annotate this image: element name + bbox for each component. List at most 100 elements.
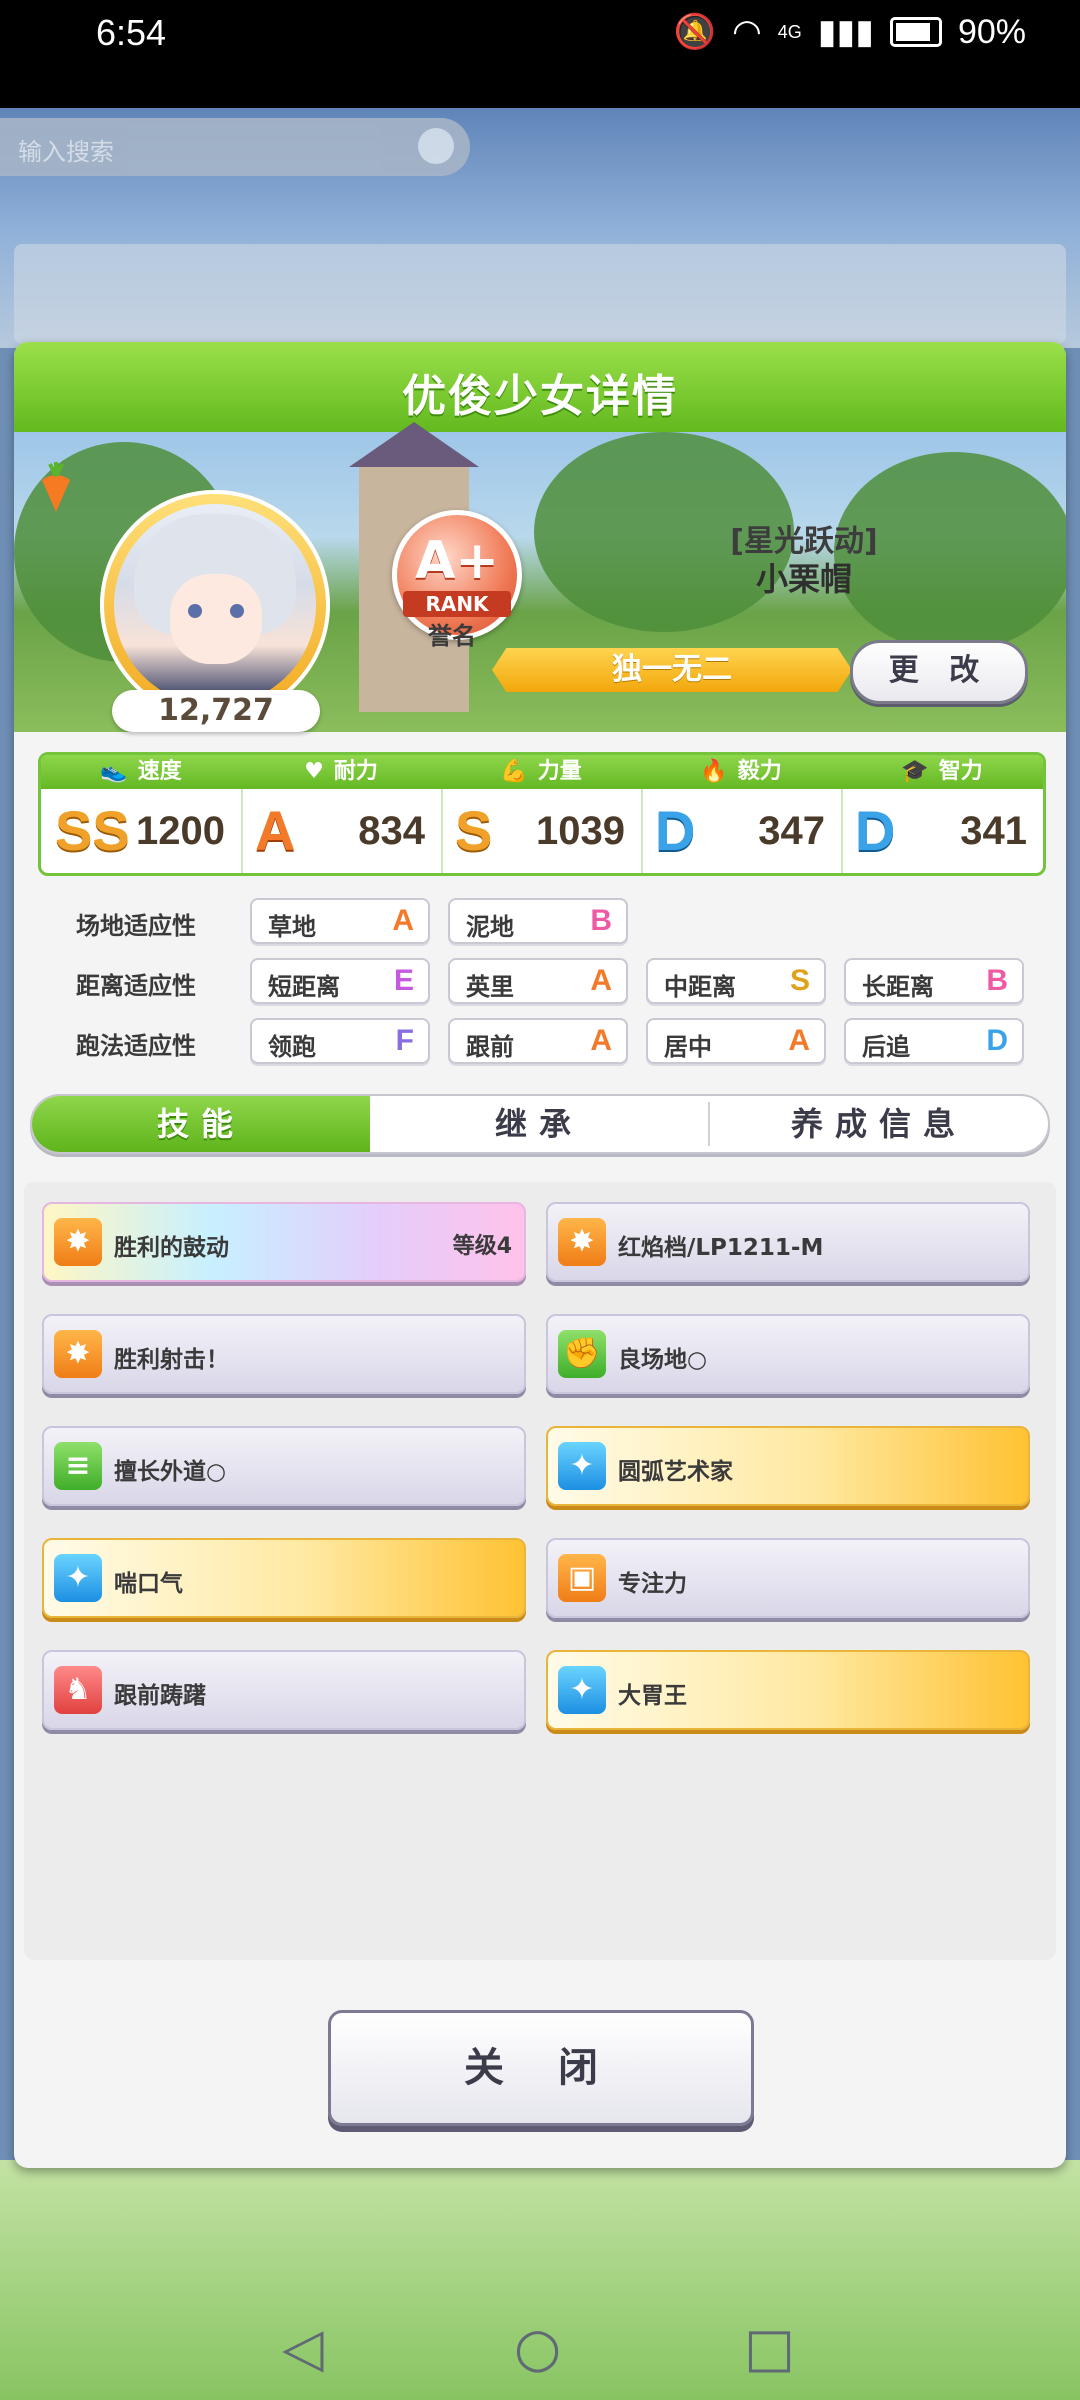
avatar-portrait bbox=[114, 504, 316, 706]
stat-wisdom: 🎓 智力 D 341 bbox=[841, 755, 1043, 873]
apt-grade: S bbox=[789, 964, 810, 997]
gate-icon: ▣ bbox=[558, 1554, 606, 1602]
stat-grade: A bbox=[255, 799, 296, 862]
apt-name: 领跑 bbox=[268, 1033, 316, 1061]
stat-guts: 🔥 毅力 D 347 bbox=[641, 755, 843, 873]
skill-item[interactable]: ✦ 大胃王 bbox=[546, 1650, 1030, 1730]
burst-icon: ✸ bbox=[54, 1330, 102, 1378]
mute-icon: 🔕 bbox=[673, 13, 717, 51]
skill-item[interactable]: ✸ 红焰档/LP1211-M bbox=[546, 1202, 1030, 1282]
aptitude-sprint: 短距离 E bbox=[250, 958, 430, 1004]
stat-stamina: ♥ 耐力 A 834 bbox=[241, 755, 443, 873]
apt-name: 后追 bbox=[862, 1033, 910, 1061]
home-icon[interactable]: ○ bbox=[514, 2318, 561, 2378]
muscle-icon: ✊ bbox=[558, 1330, 606, 1378]
heart-icon: ♥ bbox=[304, 759, 324, 784]
stat-label: 毅力 bbox=[737, 759, 782, 784]
apt-label: 距离适应性 bbox=[76, 972, 196, 1000]
skill-item[interactable]: ✊ 良场地○ bbox=[546, 1314, 1030, 1394]
skill-name: 擅长外道○ bbox=[114, 1459, 227, 1485]
status-bar: 6:54 🔕 ◠ 4G ▮▮▮ 90% bbox=[0, 0, 1080, 108]
apt-name: 居中 bbox=[664, 1033, 712, 1061]
stat-label: 智力 bbox=[938, 759, 983, 784]
skill-item[interactable]: ✸ 胜利的鼓动 等级4 bbox=[42, 1202, 526, 1282]
strategy-aptitude-row: 跑法适应性 领跑 F 跟前 A 居中 A 后追 D bbox=[54, 1018, 1034, 1064]
apt-grade: B bbox=[590, 904, 612, 937]
signal-icon: ▮▮▮ bbox=[817, 13, 874, 51]
aptitude-turf: 草地 A bbox=[250, 898, 430, 944]
skill-item[interactable]: ♞ 跟前踌躇 bbox=[42, 1650, 526, 1730]
title-banner: 独一无二 bbox=[492, 648, 852, 692]
apt-grade: A bbox=[590, 964, 612, 997]
character-name: 小栗帽 bbox=[755, 560, 852, 598]
skill-name: 专注力 bbox=[618, 1571, 687, 1597]
aptitude-medium: 中距离 S bbox=[646, 958, 826, 1004]
graduation-cap-icon: 🎓 bbox=[901, 759, 929, 784]
skill-item[interactable]: ▣ 专注力 bbox=[546, 1538, 1030, 1618]
tab-skills[interactable]: 技能 bbox=[32, 1096, 370, 1152]
stat-power: 💪 力量 S 1039 bbox=[441, 755, 643, 873]
back-icon[interactable]: ◁ bbox=[282, 2318, 324, 2378]
stat-value: 1200 bbox=[136, 809, 225, 853]
track-icon: ≡ bbox=[54, 1442, 102, 1490]
carrot-icon bbox=[42, 462, 70, 512]
stat-speed: 👟 速度 SS 1200 bbox=[41, 755, 243, 873]
apt-name: 长距离 bbox=[862, 973, 934, 1001]
skill-name: 圆弧艺术家 bbox=[618, 1459, 733, 1485]
change-button[interactable]: 更 改 bbox=[850, 640, 1028, 704]
apt-name: 跟前 bbox=[466, 1033, 514, 1061]
apt-grade: B bbox=[986, 964, 1008, 997]
burst-icon: ✸ bbox=[558, 1218, 606, 1266]
status-time: 6:54 bbox=[96, 12, 167, 53]
skills-list: ✸ 胜利的鼓动 等级4 ✸ 红焰档/LP1211-M ✸ 胜利射击！ ✊ 良场地… bbox=[24, 1182, 1056, 1960]
aptitude-end-closer: 后追 D bbox=[844, 1018, 1024, 1064]
aptitude-dirt: 泥地 B bbox=[448, 898, 628, 944]
status-icons: 🔕 ◠ 4G ▮▮▮ 90% bbox=[674, 12, 1026, 52]
rank-label: 誉名 bbox=[428, 622, 476, 650]
stat-value: 341 bbox=[960, 809, 1027, 853]
stat-value: 834 bbox=[358, 809, 425, 853]
battery-icon bbox=[889, 17, 942, 47]
surface-aptitude-row: 场地适应性 草地 A 泥地 B bbox=[54, 898, 1034, 944]
skill-item[interactable]: ≡ 擅长外道○ bbox=[42, 1426, 526, 1506]
navigation-bar: ◁ ○ □ bbox=[0, 2300, 1080, 2400]
skill-name: 大胃王 bbox=[618, 1683, 687, 1709]
skill-name: 跟前踌躇 bbox=[114, 1683, 206, 1709]
stat-grade: D bbox=[855, 799, 896, 862]
skill-name: 胜利的鼓动 bbox=[114, 1235, 229, 1261]
skill-item[interactable]: ✦ 喘口气 bbox=[42, 1538, 526, 1618]
dialog-title: 优俊少女详情 bbox=[402, 371, 678, 422]
battery-percent: 90% bbox=[957, 12, 1026, 51]
shoe-icon: 👟 bbox=[100, 759, 128, 784]
tab-training-info[interactable]: 养成信息 bbox=[710, 1096, 1048, 1152]
apt-name: 草地 bbox=[268, 913, 316, 941]
stat-value: 1039 bbox=[536, 809, 625, 853]
stat-grade: D bbox=[655, 799, 696, 862]
horse-icon: ♞ bbox=[54, 1666, 102, 1714]
aptitude-pace-chaser: 跟前 A bbox=[448, 1018, 628, 1064]
apt-label: 场地适应性 bbox=[76, 912, 196, 940]
stat-value: 347 bbox=[758, 809, 825, 853]
sparkle-icon: ✦ bbox=[558, 1666, 606, 1714]
apt-name: 泥地 bbox=[466, 913, 514, 941]
stat-label: 耐力 bbox=[333, 759, 378, 784]
skill-item[interactable]: ✸ 胜利射击！ bbox=[42, 1314, 526, 1394]
stat-label: 速度 bbox=[137, 759, 182, 784]
skill-item[interactable]: ✦ 圆弧艺术家 bbox=[546, 1426, 1030, 1506]
recents-icon[interactable]: □ bbox=[744, 2318, 795, 2378]
dialog-header: 优俊少女详情 bbox=[14, 342, 1066, 432]
aptitude-late-surger: 居中 A bbox=[646, 1018, 826, 1064]
apt-grade: D bbox=[986, 1024, 1008, 1057]
tab-inheritance[interactable]: 继承 bbox=[370, 1096, 708, 1152]
apt-name: 短距离 bbox=[268, 973, 340, 1001]
distance-aptitude-row: 距离适应性 短距离 E 英里 A 中距离 S 长距离 B bbox=[54, 958, 1034, 1004]
apt-grade: E bbox=[393, 964, 414, 997]
network-type: 4G bbox=[777, 21, 802, 42]
character-avatar[interactable] bbox=[100, 490, 330, 720]
character-detail-dialog: 优俊少女详情 12,727 A+ RANK 誉名 [星光跃动] 小栗帽 独一无二… bbox=[14, 342, 1066, 2168]
close-button[interactable]: 关 闭 bbox=[328, 2010, 754, 2126]
background-search-bar: 输入搜索 bbox=[0, 118, 470, 176]
aptitude-front-runner: 领跑 F bbox=[250, 1018, 430, 1064]
sparkle-icon: ✦ bbox=[54, 1554, 102, 1602]
stat-grade: S bbox=[455, 799, 493, 862]
